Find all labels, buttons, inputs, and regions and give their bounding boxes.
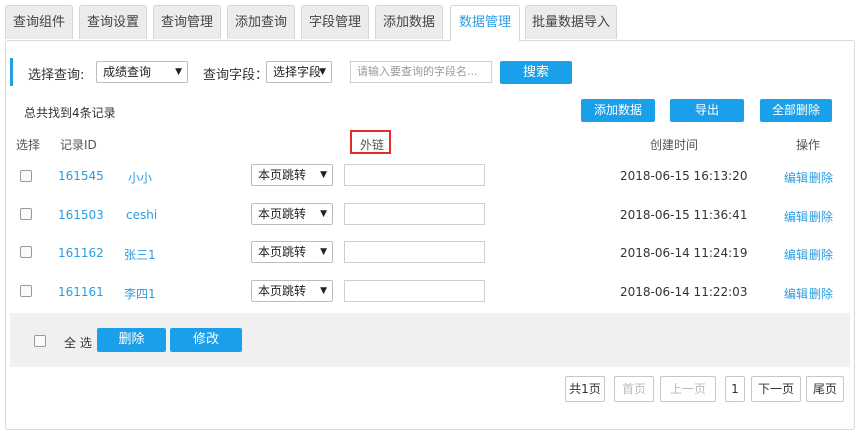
search-accent-bar	[10, 58, 13, 86]
external-link-input[interactable]	[344, 280, 485, 302]
delete-all-button[interactable]: 全部删除	[760, 99, 832, 122]
row-checkbox[interactable]	[20, 170, 32, 182]
header-record-id: 记录ID	[60, 138, 97, 152]
chevron-down-icon: ▼	[319, 67, 326, 77]
select-query-label: 选择查询:	[28, 68, 85, 83]
jump-select-value: 本页跳转	[258, 168, 307, 182]
chevron-down-icon: ▼	[320, 209, 327, 219]
jump-select[interactable]: 本页跳转 ▼	[251, 164, 333, 186]
record-name[interactable]: 小小	[128, 169, 152, 186]
chevron-down-icon: ▼	[320, 170, 327, 180]
row-checkbox[interactable]	[20, 246, 32, 258]
tab-field-management[interactable]: 字段管理	[301, 5, 369, 39]
export-button[interactable]: 导出	[670, 99, 744, 122]
created-time: 2018-06-15 11:36:41	[620, 208, 748, 222]
tab-query-management[interactable]: 查询管理	[153, 5, 221, 39]
record-id[interactable]: 161503	[58, 208, 104, 222]
select-all-checkbox[interactable]	[34, 335, 46, 347]
pager-first[interactable]: 首页	[614, 376, 654, 402]
delete-link[interactable]: 删除	[809, 285, 833, 302]
bulk-delete-button[interactable]: 删除	[97, 328, 166, 352]
delete-link[interactable]: 删除	[809, 246, 833, 263]
pager-total: 共1页	[565, 376, 605, 402]
delete-link[interactable]: 删除	[809, 208, 833, 225]
header-select: 选择	[16, 138, 41, 152]
edit-link[interactable]: 编辑	[784, 208, 808, 225]
created-time: 2018-06-14 11:22:03	[620, 285, 748, 299]
chevron-down-icon: ▼	[320, 247, 327, 257]
record-id[interactable]: 161162	[58, 246, 104, 260]
query-field-label: 查询字段：	[203, 68, 269, 83]
header-operations: 操作	[796, 138, 821, 152]
search-button[interactable]: 搜索	[500, 61, 572, 84]
external-link-input[interactable]	[344, 164, 485, 186]
pager-last[interactable]: 尾页	[806, 376, 844, 402]
header-created-time: 创建时间	[650, 138, 699, 152]
tab-add-query[interactable]: 添加查询	[227, 5, 295, 39]
delete-link[interactable]: 删除	[809, 169, 833, 186]
field-select-value: 选择字段	[273, 65, 322, 79]
jump-select-value: 本页跳转	[258, 284, 307, 298]
pager-current[interactable]: 1	[725, 376, 745, 402]
created-time: 2018-06-14 11:24:19	[620, 246, 748, 260]
tab-query-component[interactable]: 查询组件	[5, 5, 73, 39]
external-link-input[interactable]	[344, 203, 485, 225]
row-checkbox[interactable]	[20, 285, 32, 297]
created-time: 2018-06-15 16:13:20	[620, 169, 748, 183]
search-input[interactable]: 请输入要查询的字段名...	[350, 61, 492, 83]
pager-prev[interactable]: 上一页	[660, 376, 716, 402]
tab-query-settings[interactable]: 查询设置	[79, 5, 147, 39]
query-select-value: 成绩查询	[103, 65, 152, 79]
jump-select-value: 本页跳转	[258, 245, 307, 259]
chevron-down-icon: ▼	[320, 286, 327, 296]
chevron-down-icon: ▼	[175, 67, 182, 77]
external-link-input[interactable]	[344, 241, 485, 263]
record-name[interactable]: ceshi	[126, 208, 157, 222]
highlight-box	[350, 130, 391, 154]
record-name[interactable]: 张三1	[124, 246, 156, 263]
edit-link[interactable]: 编辑	[784, 285, 808, 302]
edit-link[interactable]: 编辑	[784, 169, 808, 186]
jump-select[interactable]: 本页跳转 ▼	[251, 203, 333, 225]
tab-batch-import[interactable]: 批量数据导入	[525, 5, 617, 39]
tab-add-data[interactable]: 添加数据	[375, 5, 443, 39]
record-count: 总共找到4条记录	[24, 106, 116, 120]
jump-select[interactable]: 本页跳转 ▼	[251, 241, 333, 263]
field-select[interactable]: 选择字段 ▼	[266, 61, 332, 83]
query-select[interactable]: 成绩查询 ▼	[96, 61, 188, 83]
record-id[interactable]: 161161	[58, 285, 104, 299]
jump-select-value: 本页跳转	[258, 207, 307, 221]
edit-link[interactable]: 编辑	[784, 246, 808, 263]
tab-data-management[interactable]: 数据管理	[450, 5, 520, 41]
jump-select[interactable]: 本页跳转 ▼	[251, 280, 333, 302]
record-name[interactable]: 李四1	[124, 285, 156, 302]
bulk-modify-button[interactable]: 修改	[170, 328, 242, 352]
add-data-button[interactable]: 添加数据	[581, 99, 655, 122]
pager-next[interactable]: 下一页	[751, 376, 801, 402]
select-all-label: 全 选	[64, 336, 92, 350]
record-id[interactable]: 161545	[58, 169, 104, 183]
row-checkbox[interactable]	[20, 208, 32, 220]
tab-bar: 查询组件 查询设置 查询管理 添加查询 字段管理 添加数据 数据管理 批量数据导…	[0, 0, 859, 41]
